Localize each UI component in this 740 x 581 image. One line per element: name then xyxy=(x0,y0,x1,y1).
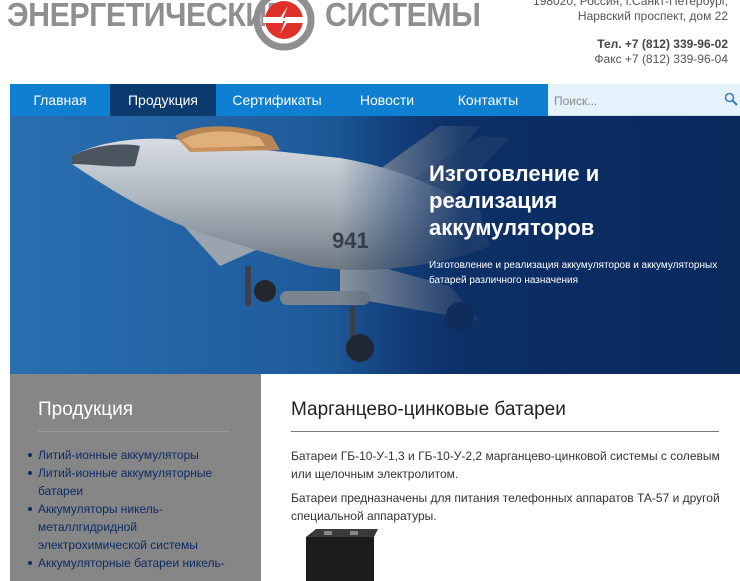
main-nav: Главная Продукция Сертификаты Новости Ко… xyxy=(10,84,548,116)
address-line-1: 198020, Россия, г.Санкт-Петербург, xyxy=(533,0,728,8)
battery-product-image xyxy=(306,529,378,581)
sidebar-title: Продукция xyxy=(38,399,134,420)
contact-block: 198020, Россия, г.Санкт-Петербург, Нарвс… xyxy=(533,0,728,67)
address-line-2: Нарвский проспект, дом 22 xyxy=(577,9,728,23)
logo-text-left[interactable]: ЭНЕРГЕТИЧЕСКИЕ xyxy=(7,0,287,34)
phone-number: Тел. +7 (812) 339-96-02 xyxy=(597,37,728,51)
product-list: Литий-ионные аккумуляторы Литий-ионные а… xyxy=(28,446,238,572)
nav-item-news[interactable]: Новости xyxy=(338,84,436,116)
search-icon[interactable] xyxy=(724,92,738,106)
main-content: Марганцево-цинковые батареи Батареи ГБ-1… xyxy=(261,374,740,581)
search-box xyxy=(548,84,740,116)
logo-emblem-icon[interactable] xyxy=(252,0,316,52)
logo-text-right[interactable]: СИСТЕМЫ xyxy=(325,0,481,34)
description-paragraph-2: Батареи предназначены для питания телефо… xyxy=(291,491,720,523)
sidebar: Продукция Литий-ионные аккумуляторы Лити… xyxy=(10,374,261,581)
page-title: Марганцево-цинковые батареи xyxy=(291,399,566,420)
sidebar-item-nickel-batteries[interactable]: Аккумуляторные батареи никель- xyxy=(28,554,238,572)
sidebar-item-li-ion-cells[interactable]: Литий-ионные аккумуляторы xyxy=(28,446,238,464)
description-paragraph-1: Батареи ГБ-10-У-1,3 и ГБ-10-У-2,2 марган… xyxy=(291,449,720,481)
sidebar-item-li-ion-batteries[interactable]: Литий-ионные аккумуляторные батареи xyxy=(28,464,238,500)
site-header: ЭНЕРГЕТИЧЕСКИЕ СИСТЕМЫ 198020, Россия, г… xyxy=(0,0,740,84)
nav-item-certificates[interactable]: Сертификаты xyxy=(216,84,338,116)
fighter-jet-image: 941 xyxy=(10,116,740,374)
nav-item-home[interactable]: Главная xyxy=(10,84,110,116)
sidebar-divider xyxy=(38,431,230,432)
search-input[interactable] xyxy=(552,91,716,111)
nav-item-contacts[interactable]: Контакты xyxy=(436,84,540,116)
hero-title: Изготовление и реализация аккумуляторов xyxy=(429,161,600,240)
hero-subtitle: Изготовление и реализация аккумуляторов … xyxy=(429,260,718,286)
nav-item-products[interactable]: Продукция xyxy=(110,84,216,116)
hero-banner: 941 Изготовление и реализация аккумулято… xyxy=(10,116,740,374)
sidebar-item-nimh-cells[interactable]: Аккумуляторы никель-металлгидридной элек… xyxy=(28,500,238,554)
title-divider xyxy=(291,431,719,432)
fax-number: Факс +7 (812) 339-96-04 xyxy=(594,52,728,66)
